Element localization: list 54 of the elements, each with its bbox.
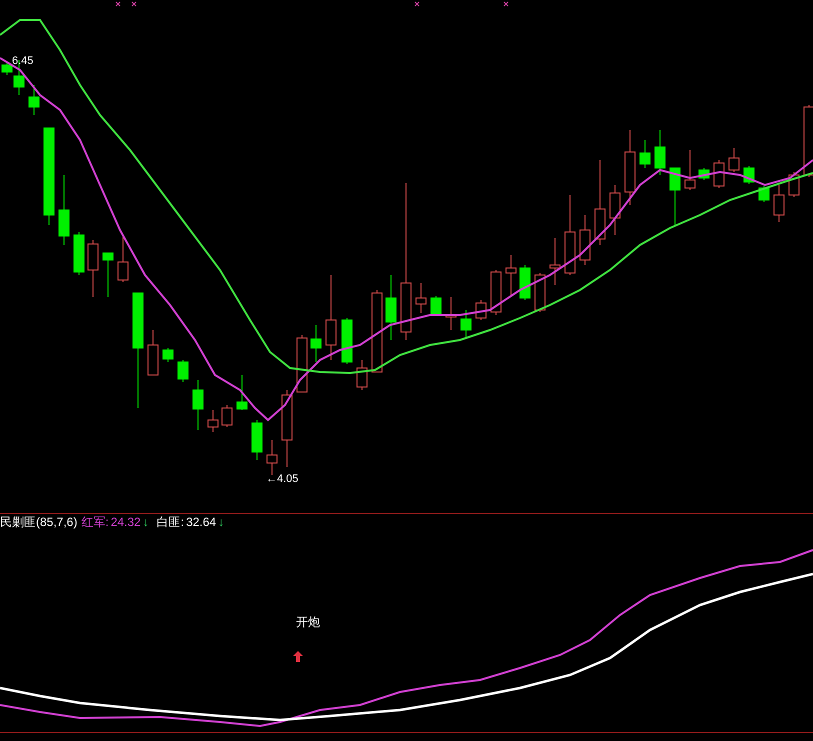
reading-value: 32.64 — [186, 516, 216, 528]
candlestick — [252, 420, 262, 460]
candlestick — [266, 440, 278, 476]
candlestick — [118, 236, 128, 282]
candlestick — [430, 296, 442, 316]
candlestick — [684, 150, 696, 190]
candlestick — [490, 270, 502, 316]
trend-arrow: ↓ — [218, 516, 224, 528]
candlestick — [774, 184, 784, 222]
candlestick — [386, 274, 396, 340]
candlestick — [640, 140, 650, 168]
candlestick — [178, 360, 188, 382]
candlestick — [550, 238, 560, 286]
candlestick — [446, 296, 456, 330]
candlestick — [208, 410, 218, 432]
candlestick — [356, 360, 368, 390]
candlestick — [74, 232, 84, 276]
candlestick — [670, 168, 680, 226]
signal-label: 开炮 — [296, 616, 320, 628]
candlestick — [192, 380, 204, 430]
reading-label: 红军: — [81, 516, 109, 528]
cross-marker-icon — [504, 2, 508, 6]
trend-arrow: ↓ — [142, 516, 149, 528]
candlestick — [58, 174, 70, 246]
candlestick — [162, 348, 174, 362]
candlestick — [506, 254, 516, 296]
cross-marker-icon — [116, 2, 120, 6]
cross-marker-icon — [132, 2, 136, 6]
candlestick — [728, 148, 740, 172]
candlestick — [236, 374, 248, 410]
candlestick — [342, 318, 352, 364]
candlestick — [416, 282, 426, 314]
candlestick — [296, 334, 308, 392]
candlestick — [520, 264, 530, 300]
indicator-title: 民剿匪(85,7,6) — [0, 516, 78, 528]
candlestick — [654, 130, 666, 176]
low-price-label: ←4.05 — [266, 474, 298, 485]
candlestick — [102, 252, 114, 298]
candlestick — [460, 310, 472, 338]
reading-value: 24.32 — [110, 516, 141, 528]
candlestick — [534, 272, 546, 312]
candlestick — [310, 324, 322, 362]
candlestick — [610, 184, 620, 236]
candlestick — [88, 240, 98, 298]
candlestick — [28, 84, 40, 116]
reading-label: 白匪: — [156, 516, 184, 528]
cross-marker-icon — [414, 2, 420, 6]
candlestick — [714, 160, 724, 188]
high-price-label: 6.45 — [12, 56, 34, 67]
candlestick — [148, 330, 158, 376]
candlestick — [222, 404, 232, 428]
candlestick — [580, 214, 590, 266]
candlestick — [698, 168, 710, 180]
up-arrow-icon — [293, 651, 303, 662]
